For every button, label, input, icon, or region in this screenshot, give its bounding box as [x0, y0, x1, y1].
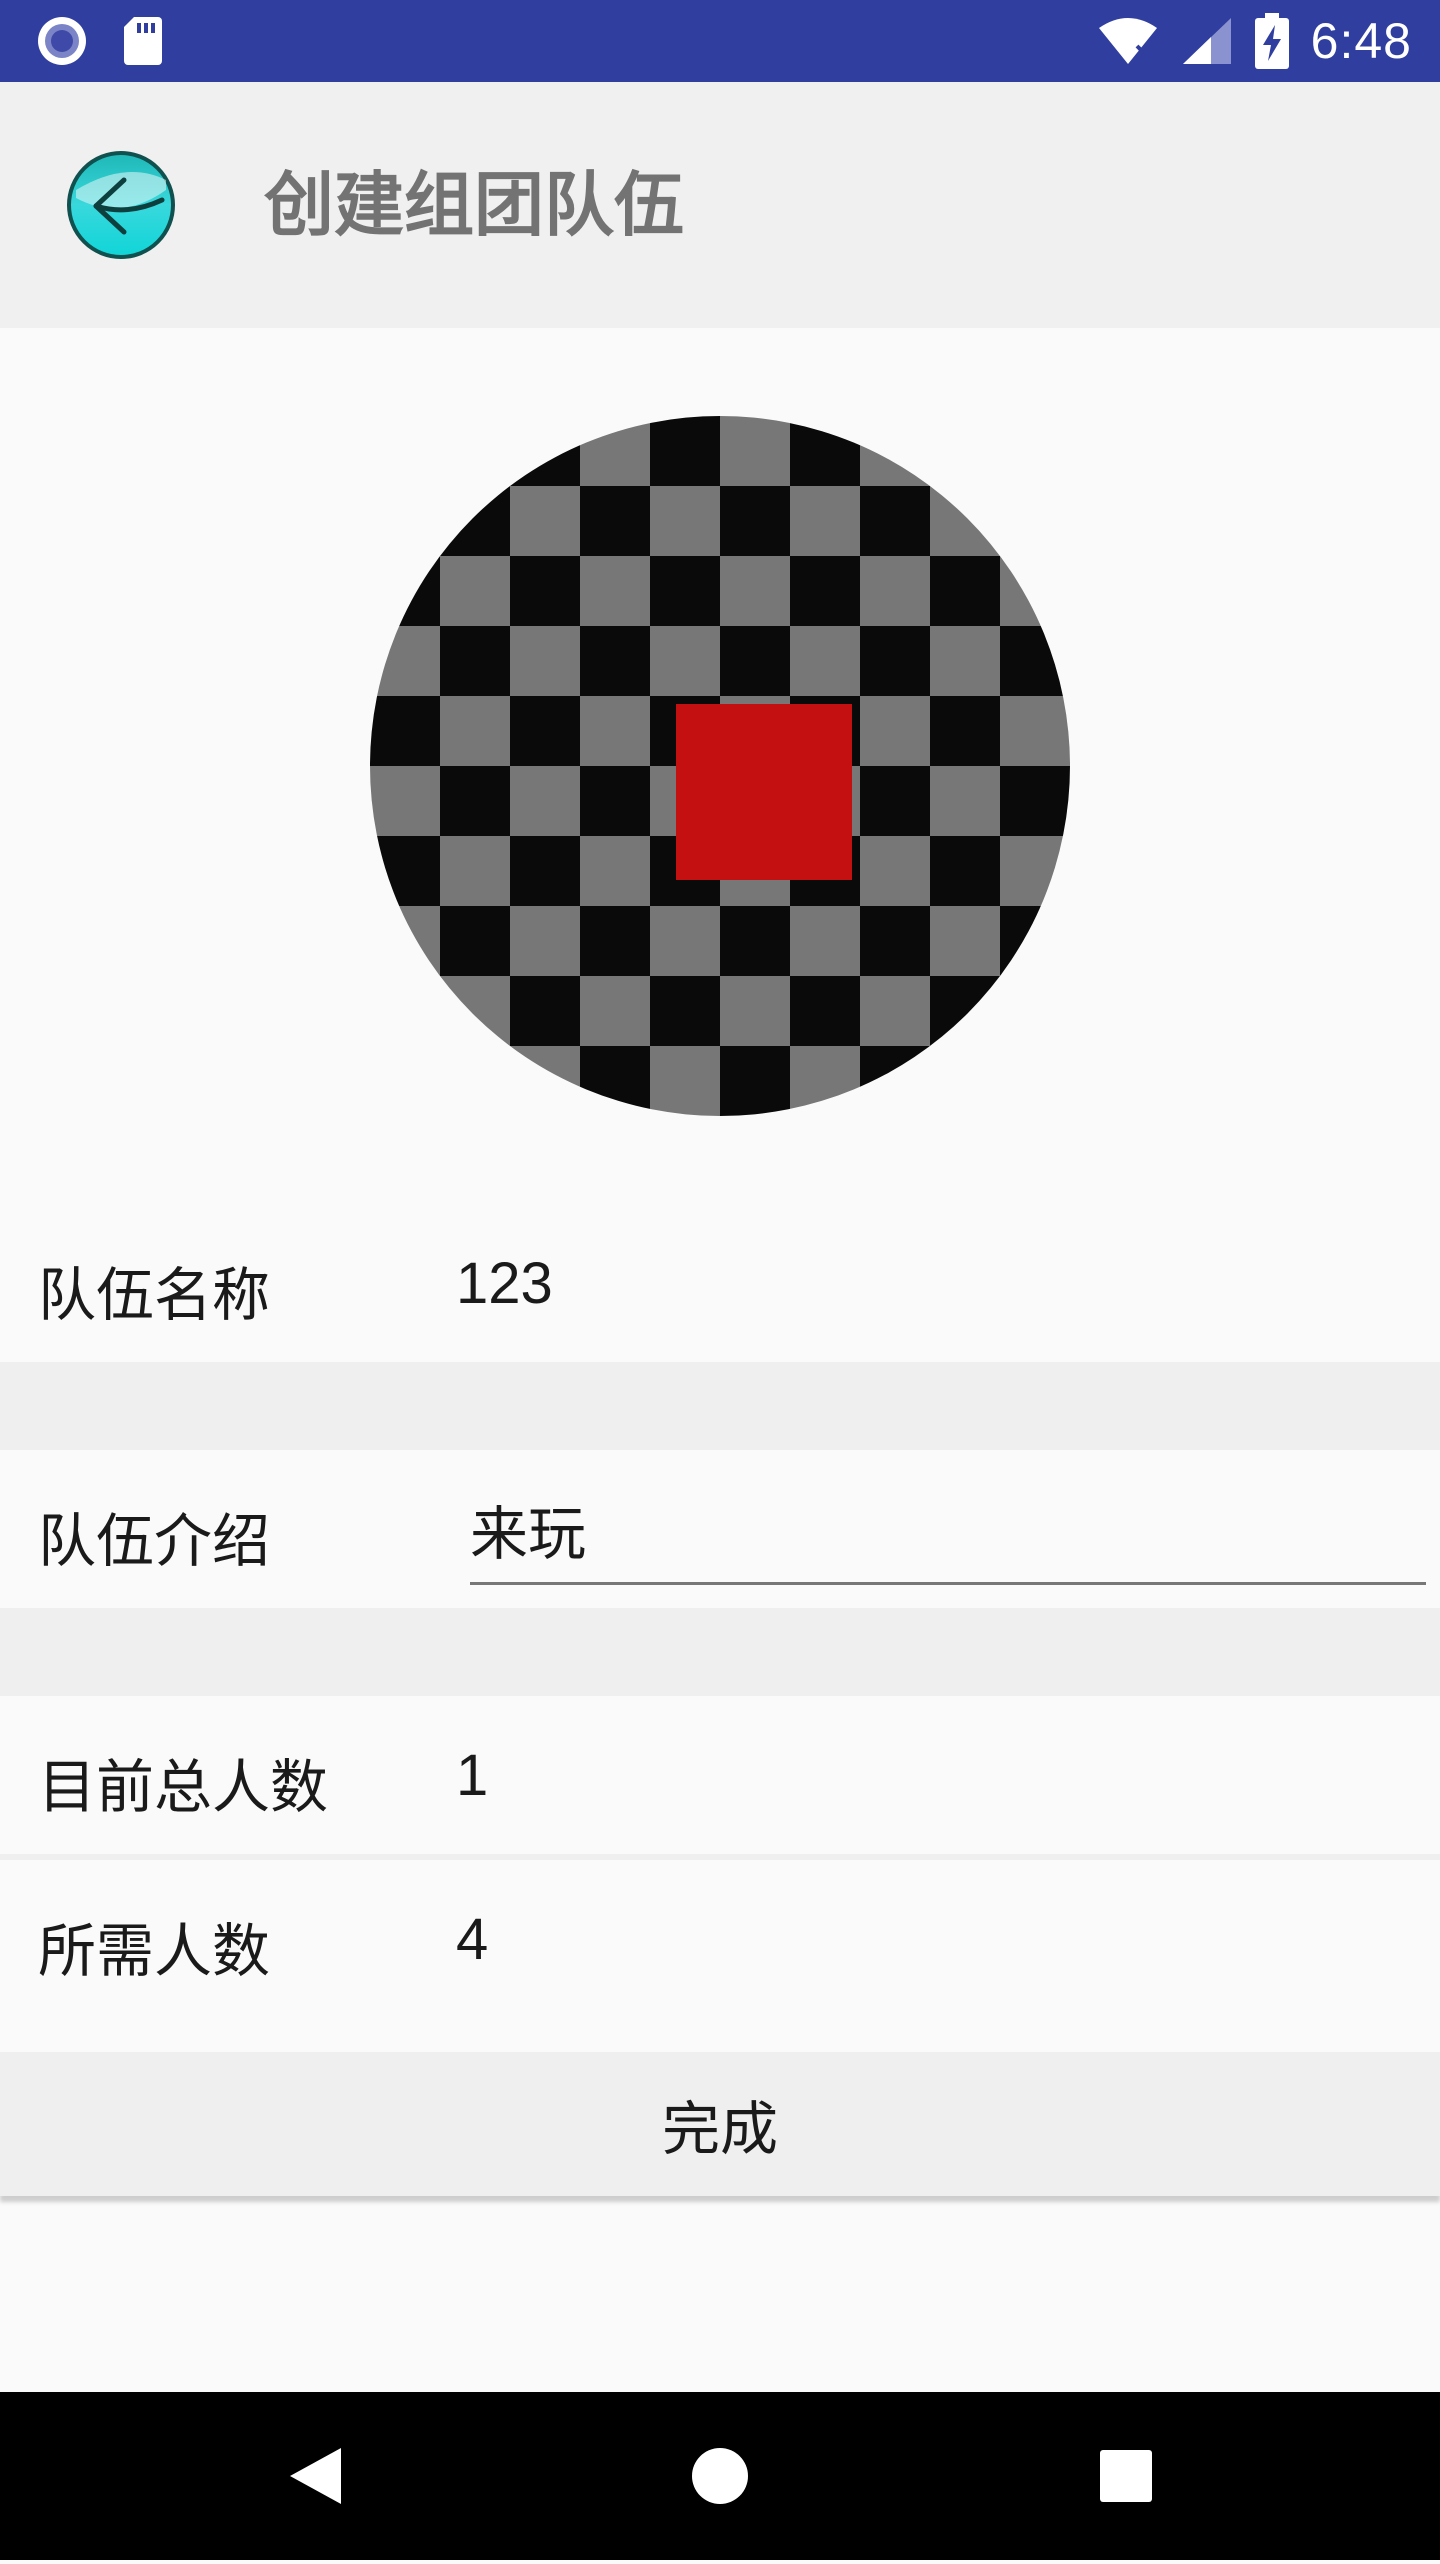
nav-back-button[interactable]: [216, 2392, 416, 2560]
status-bar-left: [36, 14, 164, 68]
status-bar-right: 6:48: [1097, 0, 1412, 82]
team-name-label: 队伍名称: [38, 1261, 271, 1329]
team-intro-input[interactable]: [470, 1484, 1426, 1585]
current-total-value: 1: [456, 1743, 489, 1808]
nav-recents-button[interactable]: [1026, 2392, 1226, 2560]
back-arrow-icon: [67, 151, 175, 259]
status-bar: 6:48: [0, 0, 1440, 82]
navigation-bar: [0, 2392, 1440, 2560]
recents-square-icon: [1100, 2450, 1152, 2502]
notification-circle-icon: [38, 17, 86, 65]
avatar-red-square: [676, 704, 852, 880]
back-button[interactable]: [66, 150, 176, 260]
home-circle-icon: [692, 2448, 748, 2504]
wifi-icon: [1098, 18, 1157, 64]
nav-home-button[interactable]: [620, 2392, 820, 2560]
required-count-value: 4: [456, 1907, 489, 1972]
done-button[interactable]: 完成: [0, 2052, 1440, 2196]
battery-charging-icon: [1254, 13, 1289, 69]
separator: [0, 1362, 1440, 1450]
required-count-row: 所需人数 4: [0, 1860, 1440, 2052]
current-total-row: 目前总人数 1: [0, 1696, 1440, 1854]
team-name-value: 123: [456, 1251, 553, 1316]
team-intro-row: 队伍介绍: [0, 1450, 1440, 1608]
separator: [0, 1608, 1440, 1696]
back-triangle-icon: [290, 2448, 341, 2504]
required-count-label: 所需人数: [38, 1917, 271, 1985]
page-title: 创建组团队伍: [264, 164, 684, 246]
current-total-label: 目前总人数: [38, 1753, 329, 1821]
toolbar: 创建组团队伍: [0, 82, 1440, 328]
sd-card-icon: [124, 17, 162, 65]
status-time: 6:48: [1310, 13, 1412, 69]
signal-icon: [1182, 18, 1231, 64]
team-intro-label: 队伍介绍: [38, 1507, 271, 1575]
team-avatar[interactable]: [370, 416, 1070, 1116]
team-name-row: 队伍名称 123: [0, 1200, 1440, 1362]
